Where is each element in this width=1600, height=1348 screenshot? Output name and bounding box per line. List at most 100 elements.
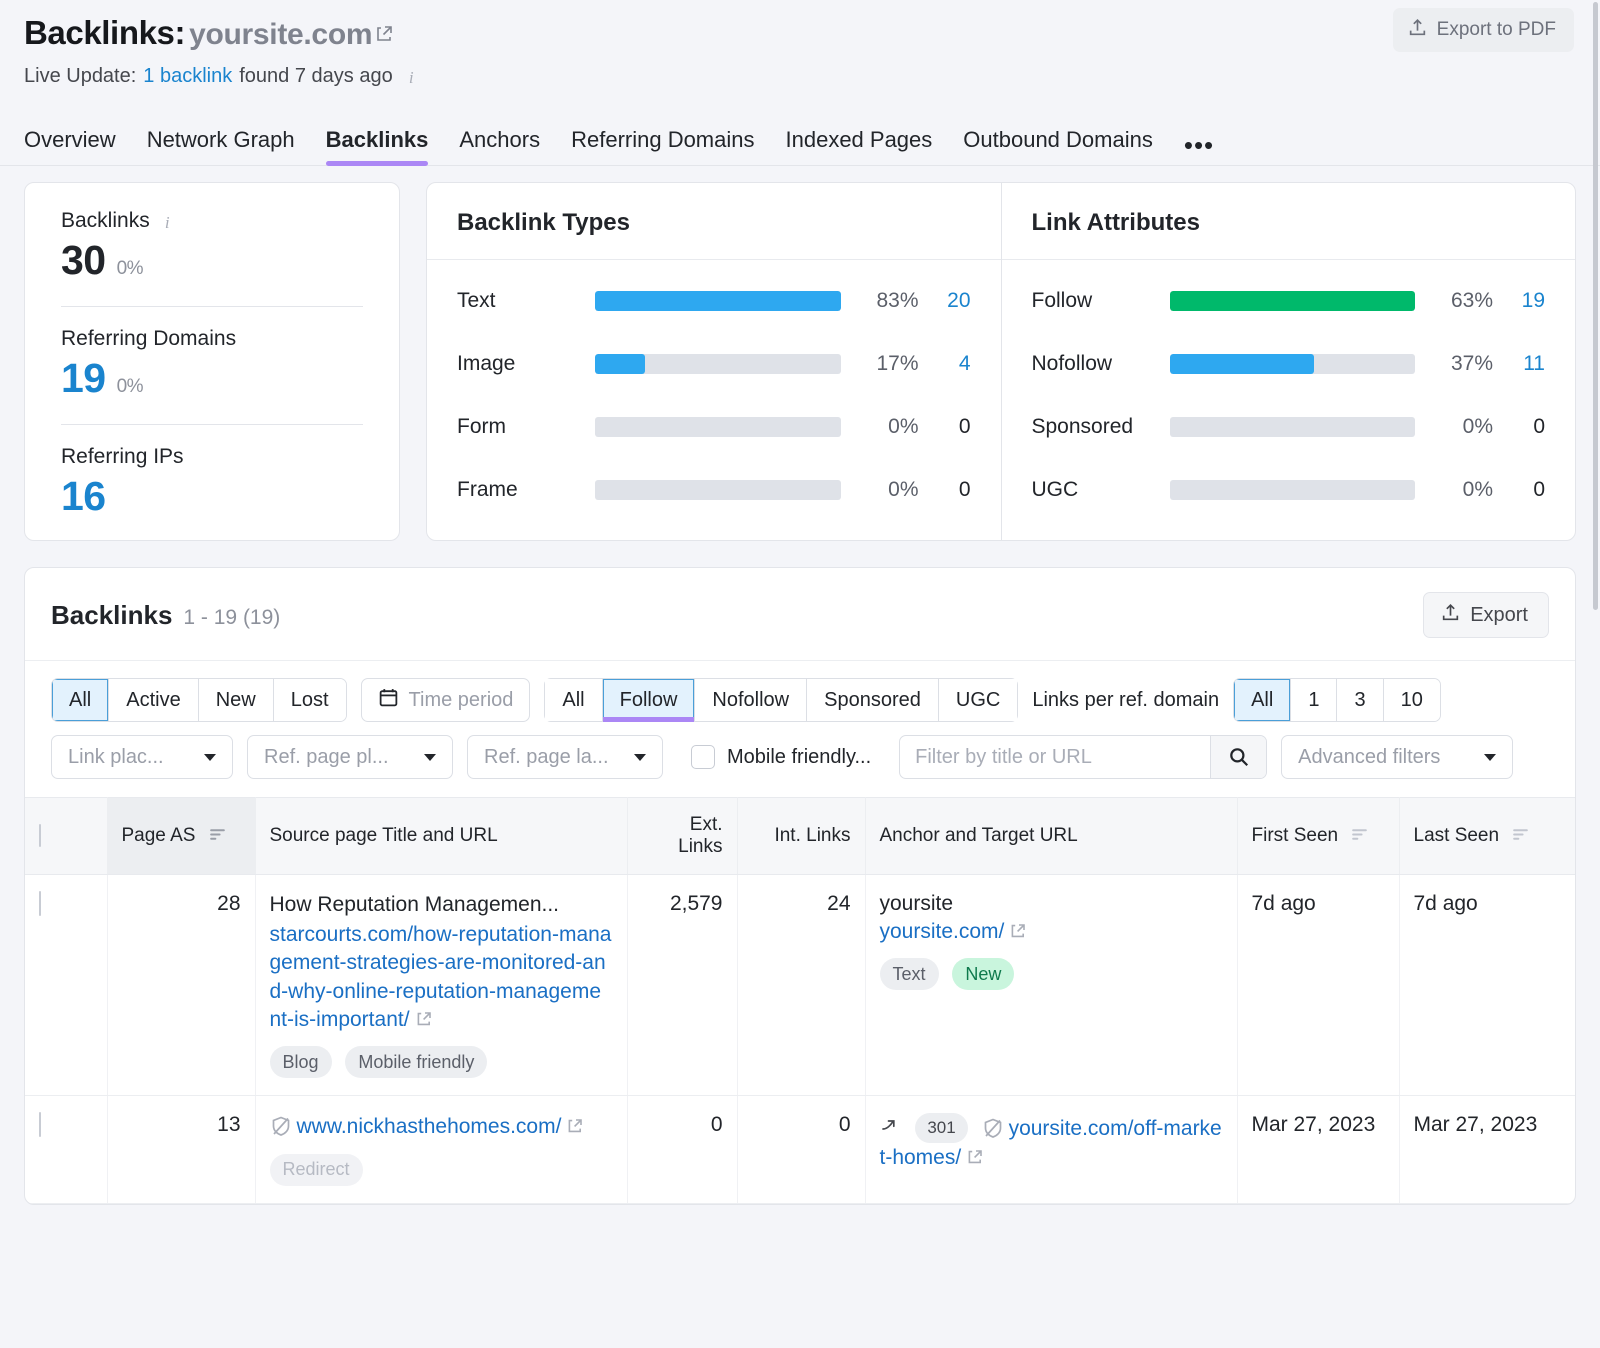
status-filter-lost[interactable]: Lost: [274, 679, 346, 721]
nofollow-icon: [982, 1117, 1004, 1139]
source-page-url[interactable]: starcourts.com/how-reputation-management…: [270, 921, 613, 1034]
filter-row-primary: All Active New Lost Time period Al: [51, 678, 1549, 722]
bar-track: [595, 417, 841, 437]
status-filter-active[interactable]: Active: [109, 679, 198, 721]
row-checkbox[interactable]: [39, 891, 41, 916]
attr-filter-all[interactable]: All: [545, 679, 602, 721]
sort-icon: [1351, 826, 1368, 848]
search-input[interactable]: [900, 746, 1210, 769]
bar-count: 0: [919, 415, 971, 439]
attr-filter-nofollow[interactable]: Nofollow: [695, 679, 807, 721]
advanced-filters-dropdown[interactable]: Advanced filters: [1281, 735, 1513, 779]
bar-count[interactable]: 20: [919, 289, 971, 313]
status-filter-new[interactable]: New: [199, 679, 274, 721]
attr-filter-sponsored[interactable]: Sponsored: [807, 679, 939, 721]
status-filter-all[interactable]: All: [52, 679, 109, 721]
mobile-friendly-filter[interactable]: Mobile friendly...: [691, 745, 871, 769]
links-per-domain-10[interactable]: 10: [1384, 679, 1440, 721]
column-header-page-as[interactable]: Page AS: [107, 798, 255, 875]
attr-filter-follow[interactable]: Follow: [603, 679, 696, 721]
anchor-text: yoursite: [880, 892, 1223, 916]
live-update-link[interactable]: 1 backlink: [143, 65, 232, 88]
select-all-header: [25, 798, 107, 875]
select-all-checkbox[interactable]: [39, 824, 41, 847]
links-per-domain-all[interactable]: All: [1234, 679, 1291, 721]
backlinks-page: Backlinks: yoursite.com Live Update: 1 b…: [0, 0, 1600, 1348]
nofollow-icon: [270, 1115, 292, 1137]
bar-count[interactable]: 4: [919, 352, 971, 376]
search-button[interactable]: [1210, 736, 1266, 778]
page-scrollbar[interactable]: [1592, 0, 1600, 1348]
export-button[interactable]: Export: [1423, 592, 1549, 638]
ref-page-language-label: Ref. page la...: [484, 746, 609, 769]
more-tabs-icon[interactable]: •••: [1184, 141, 1214, 165]
external-link-icon[interactable]: [374, 24, 394, 44]
bar-row: Text 83% 20: [457, 286, 971, 316]
ref-page-placement-dropdown[interactable]: Ref. page pl...: [247, 735, 453, 779]
chevron-down-icon: [1484, 754, 1496, 761]
link-placement-dropdown[interactable]: Link plac...: [51, 735, 233, 779]
metric-backlinks-value: 30: [61, 237, 106, 284]
metric-referring-domains: Referring Domains 19 0%: [61, 327, 363, 402]
bar-count[interactable]: 11: [1493, 352, 1545, 376]
redirect-status-code: 301: [915, 1113, 967, 1143]
tab-overview[interactable]: Overview: [24, 127, 116, 165]
row-select-cell: [25, 1096, 107, 1203]
time-period-picker[interactable]: Time period: [361, 678, 531, 722]
tab-outbound-domains[interactable]: Outbound Domains: [963, 127, 1153, 165]
backlink-types-title: Backlink Types: [427, 183, 1001, 260]
tag-blog: Blog: [270, 1046, 332, 1078]
column-header-int-links: Int. Links: [737, 798, 865, 875]
tab-network-graph[interactable]: Network Graph: [147, 127, 295, 165]
export-to-pdf-button[interactable]: Export to PDF: [1393, 8, 1574, 52]
links-per-domain-1[interactable]: 1: [1291, 679, 1337, 721]
mobile-friendly-checkbox[interactable]: [691, 745, 715, 769]
row-select-cell: [25, 875, 107, 1096]
bar-count: 0: [919, 478, 971, 502]
metric-referring-ips-label: Referring IPs: [61, 445, 363, 469]
cell-source-page: www.nickhasthehomes.com/ Redirect: [255, 1096, 627, 1203]
bar-row: UGC 0% 0: [1032, 475, 1546, 505]
metric-backlinks: Backlinks i 30 0%: [61, 209, 363, 284]
filter-search-box: [899, 735, 1267, 779]
source-page-url[interactable]: www.nickhasthehomes.com/: [270, 1113, 613, 1141]
bar-row: Form 0% 0: [457, 412, 971, 442]
external-link-icon[interactable]: [1009, 920, 1027, 938]
info-icon[interactable]: i: [404, 68, 419, 85]
external-link-icon[interactable]: [566, 1115, 584, 1133]
links-per-domain-3[interactable]: 3: [1337, 679, 1383, 721]
scrollbar-thumb[interactable]: [1593, 2, 1598, 610]
bar-count[interactable]: 19: [1493, 289, 1545, 313]
column-header-first-seen[interactable]: First Seen: [1237, 798, 1399, 875]
page-header: Backlinks: yoursite.com Live Update: 1 b…: [0, 0, 1600, 88]
tab-backlinks[interactable]: Backlinks: [326, 127, 429, 165]
column-header-last-seen[interactable]: Last Seen: [1399, 798, 1575, 875]
bar-fill: [595, 354, 645, 374]
tag-new: New: [952, 958, 1014, 990]
row-checkbox[interactable]: [39, 1112, 41, 1137]
external-link-icon[interactable]: [415, 1008, 433, 1026]
cell-anchor-target: 301 yoursite.com/off-market-homes/: [865, 1096, 1237, 1203]
metric-referring-ips-value[interactable]: 16: [61, 473, 106, 520]
divider: [61, 424, 363, 425]
metric-referring-domains-value[interactable]: 19: [61, 355, 106, 402]
bar-label: Image: [457, 352, 595, 376]
bar-row: Image 17% 4: [457, 349, 971, 379]
page-title-prefix: Backlinks:: [24, 14, 185, 52]
cell-last-seen: Mar 27, 2023: [1399, 1096, 1575, 1203]
live-update-rest: found 7 days ago: [239, 65, 392, 88]
export-to-pdf-label: Export to PDF: [1437, 19, 1556, 41]
tag-mobile-friendly: Mobile friendly: [345, 1046, 487, 1078]
ref-page-language-dropdown[interactable]: Ref. page la...: [467, 735, 663, 779]
attr-filter-ugc[interactable]: UGC: [939, 679, 1017, 721]
table-row[interactable]: 28 How Reputation Managemen... starcourt…: [25, 875, 1575, 1096]
links-per-ref-domain-label: Links per ref. domain: [1032, 689, 1219, 712]
bar-label: Follow: [1032, 289, 1170, 313]
tab-anchors[interactable]: Anchors: [459, 127, 540, 165]
table-row[interactable]: 13 www.nickhasthehomes.com/ Redirect 0 0: [25, 1096, 1575, 1203]
external-link-icon[interactable]: [966, 1146, 984, 1164]
info-icon[interactable]: i: [160, 213, 175, 230]
tab-indexed-pages[interactable]: Indexed Pages: [786, 127, 933, 165]
target-url[interactable]: yoursite.com/: [880, 918, 1223, 946]
tab-referring-domains[interactable]: Referring Domains: [571, 127, 754, 165]
